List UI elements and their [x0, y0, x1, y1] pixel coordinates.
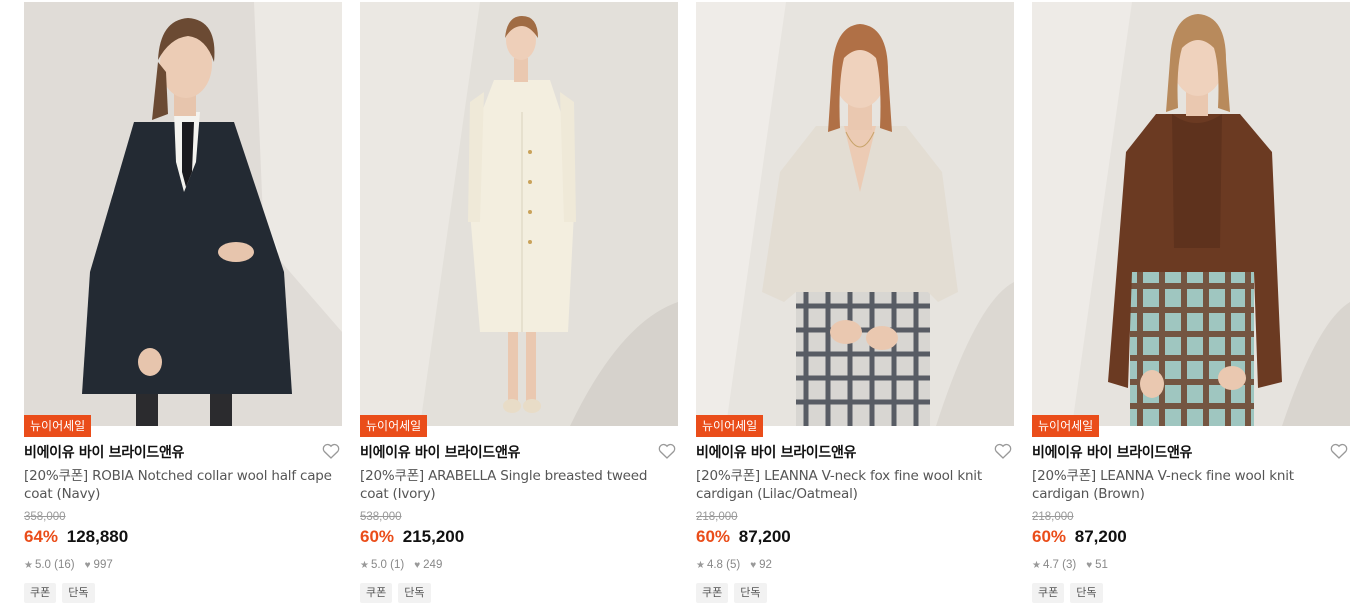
- heart-icon[interactable]: [658, 443, 676, 459]
- tag-coupon: 쿠폰: [1032, 583, 1065, 603]
- rating-text: 5.0 (16): [34, 559, 75, 571]
- product-title[interactable]: [20%쿠폰] ROBIA Notched collar wool half c…: [24, 467, 342, 503]
- star-icon: ★: [1032, 559, 1041, 571]
- price-row: 60% 215,200: [360, 527, 464, 547]
- review-meta: ★ 5.0 (16) ♥ 997: [24, 559, 113, 571]
- tag-exclusive: 단독: [734, 583, 767, 603]
- review-meta: ★ 4.8 (5) ♥ 92: [696, 559, 772, 571]
- product-grid: 뉴이어세일 비에이유 바이 브라이드앤유 [20%쿠폰] ROBIA Notch…: [24, 2, 1350, 606]
- rating-text: 4.8 (5): [706, 559, 741, 571]
- product-image[interactable]: [360, 2, 678, 426]
- sale-price: 87,200: [738, 527, 791, 546]
- heart-icon[interactable]: [1330, 443, 1348, 459]
- model-photo: [24, 2, 342, 426]
- heart-filled-icon: ♥: [750, 559, 757, 571]
- product-title[interactable]: [20%쿠폰] LEANNA V-neck fox fine wool knit…: [696, 467, 1014, 503]
- tag-exclusive: 단독: [62, 583, 95, 603]
- model-photo: [696, 2, 1014, 426]
- product-card[interactable]: 뉴이어세일 비에이유 바이 브라이드앤유 [20%쿠폰] LEANNA V-ne…: [1032, 2, 1350, 606]
- sale-price: 87,200: [1074, 527, 1127, 546]
- product-card[interactable]: 뉴이어세일 비에이유 바이 브라이드앤유 [20%쿠폰] ROBIA Notch…: [24, 2, 342, 606]
- price-row: 60% 87,200: [696, 527, 791, 547]
- product-image[interactable]: [1032, 2, 1350, 426]
- heart-filled-icon: ♥: [1086, 559, 1093, 571]
- star-icon: ★: [696, 559, 705, 571]
- product-image[interactable]: [24, 2, 342, 426]
- sale-badge: 뉴이어세일: [360, 415, 428, 437]
- review-meta: ★ 5.0 (1) ♥ 249: [360, 559, 442, 571]
- brand-name[interactable]: 비에이유 바이 브라이드앤유: [24, 442, 184, 462]
- star-icon: ★: [24, 559, 33, 571]
- sale-badge: 뉴이어세일: [24, 415, 92, 437]
- product-card[interactable]: 뉴이어세일 비에이유 바이 브라이드앤유 [20%쿠폰] LEANNA V-ne…: [696, 2, 1014, 606]
- product-title[interactable]: [20%쿠폰] LEANNA V-neck fine wool knit car…: [1032, 467, 1350, 503]
- heart-icon[interactable]: [994, 443, 1012, 459]
- like-count: 51: [1095, 559, 1108, 571]
- tag-coupon: 쿠폰: [360, 583, 393, 603]
- sale-badge: 뉴이어세일: [1032, 415, 1100, 437]
- tag-list: 쿠폰 단독: [1032, 583, 1103, 603]
- model-photo: [1032, 2, 1350, 426]
- heart-filled-icon: ♥: [414, 559, 421, 571]
- discount-rate: 60%: [1032, 527, 1067, 546]
- discount-rate: 60%: [360, 527, 395, 546]
- price-row: 64% 128,880: [24, 527, 128, 547]
- original-price: 358,000: [24, 511, 66, 523]
- like-count: 997: [93, 559, 113, 571]
- rating-text: 5.0 (1): [370, 559, 405, 571]
- like-count: 92: [759, 559, 772, 571]
- discount-rate: 60%: [696, 527, 731, 546]
- product-card[interactable]: 뉴이어세일 비에이유 바이 브라이드앤유 [20%쿠폰] ARABELLA Si…: [360, 2, 678, 606]
- original-price: 218,000: [696, 511, 738, 523]
- tag-coupon: 쿠폰: [24, 583, 57, 603]
- product-image[interactable]: [696, 2, 1014, 426]
- sale-price: 215,200: [402, 527, 465, 546]
- tag-list: 쿠폰 단독: [696, 583, 767, 603]
- rating-text: 4.7 (3): [1042, 559, 1077, 571]
- brand-name[interactable]: 비에이유 바이 브라이드앤유: [696, 442, 856, 462]
- discount-rate: 64%: [24, 527, 59, 546]
- star-icon: ★: [360, 559, 369, 571]
- price-row: 60% 87,200: [1032, 527, 1127, 547]
- model-photo: [360, 2, 678, 426]
- brand-name[interactable]: 비에이유 바이 브라이드앤유: [1032, 442, 1192, 462]
- like-count: 249: [423, 559, 443, 571]
- heart-icon[interactable]: [322, 443, 340, 459]
- heart-filled-icon: ♥: [84, 559, 91, 571]
- tag-list: 쿠폰 단독: [24, 583, 95, 603]
- tag-exclusive: 단독: [398, 583, 431, 603]
- tag-coupon: 쿠폰: [696, 583, 729, 603]
- original-price: 218,000: [1032, 511, 1074, 523]
- original-price: 538,000: [360, 511, 402, 523]
- product-title[interactable]: [20%쿠폰] ARABELLA Single breasted tweed c…: [360, 467, 678, 503]
- review-meta: ★ 4.7 (3) ♥ 51: [1032, 559, 1108, 571]
- tag-exclusive: 단독: [1070, 583, 1103, 603]
- sale-price: 128,880: [66, 527, 129, 546]
- brand-name[interactable]: 비에이유 바이 브라이드앤유: [360, 442, 520, 462]
- sale-badge: 뉴이어세일: [696, 415, 764, 437]
- tag-list: 쿠폰 단독: [360, 583, 431, 603]
